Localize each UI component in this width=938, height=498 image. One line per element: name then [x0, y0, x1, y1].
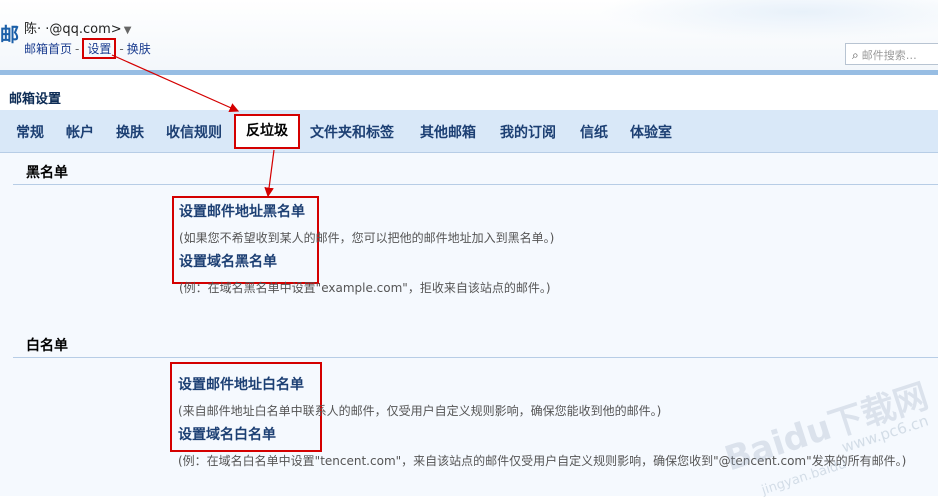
tab-subscriptions[interactable]: 我的订阅 — [500, 122, 556, 142]
logo: 邮 — [0, 24, 20, 46]
settings-link[interactable]: 设置 — [82, 38, 117, 59]
search-icon[interactable]: ⌕ — [852, 48, 859, 62]
separator: - — [75, 42, 80, 56]
header-divider — [0, 70, 938, 75]
tab-folders-labels[interactable]: 文件夹和标签 — [310, 122, 394, 142]
tab-general[interactable]: 常规 — [16, 122, 44, 142]
mail-home-link[interactable]: 邮箱首页 — [24, 42, 72, 56]
blacklist-domain-hint: (例：在域名黑名单中设置"example.com"，拒收来自该站点的邮件。) — [179, 281, 551, 295]
tab-other-mailboxes[interactable]: 其他邮箱 — [420, 122, 476, 142]
top-links: 邮箱首页 - 设置 - 换肤 — [24, 38, 151, 59]
tab-anti-spam[interactable]: 反垃圾 — [234, 114, 300, 149]
blacklist-heading: 黑名单 — [26, 165, 68, 181]
search-placeholder: 邮件搜索… — [861, 49, 917, 62]
account-email[interactable]: 陈· ·@qq.com> — [24, 22, 122, 37]
blacklist-address-hint: (如果您不希望收到某人的邮件，您可以把他的邮件地址加入到黑名单。) — [179, 231, 555, 245]
blacklist-domain-link[interactable]: 设置域名黑名单 — [179, 251, 277, 271]
tab-account[interactable]: 帐户 — [66, 122, 94, 142]
change-skin-link[interactable]: 换肤 — [127, 42, 151, 56]
section-divider — [13, 357, 938, 358]
whitelist-domain-link[interactable]: 设置域名白名单 — [178, 424, 276, 444]
whitelist-heading: 白名单 — [26, 338, 68, 354]
page-title: 邮箱设置 — [9, 92, 62, 107]
chevron-down-icon[interactable]: ▼ — [124, 25, 132, 36]
separator: - — [119, 42, 124, 56]
whitelist-address-hint: (来自邮件地址白名单中联系人的邮件，仅受用户自定义规则影响，确保您能收到他的邮件… — [178, 404, 662, 418]
tab-receive-rules[interactable]: 收信规则 — [166, 122, 222, 142]
blacklist-address-link[interactable]: 设置邮件地址黑名单 — [179, 201, 305, 221]
top-header: 邮 陈· ·@qq.com> ▼ 邮箱首页 - 设置 - 换肤 ⌕ 邮件搜索… — [0, 0, 938, 70]
tab-lab[interactable]: 体验室 — [630, 122, 672, 142]
header-decoration — [598, 0, 938, 40]
account-menu[interactable]: 陈· ·@qq.com> ▼ — [24, 18, 131, 37]
settings-tabbar: 常规 帐户 换肤 收信规则 反垃圾 文件夹和标签 其他邮箱 我的订阅 信纸 体验… — [0, 110, 938, 153]
search-input[interactable]: ⌕ 邮件搜索… — [845, 43, 938, 65]
whitelist-address-link[interactable]: 设置邮件地址白名单 — [178, 374, 304, 394]
tab-skin[interactable]: 换肤 — [116, 122, 144, 142]
tab-stationery[interactable]: 信纸 — [580, 122, 608, 142]
section-divider — [13, 184, 938, 185]
